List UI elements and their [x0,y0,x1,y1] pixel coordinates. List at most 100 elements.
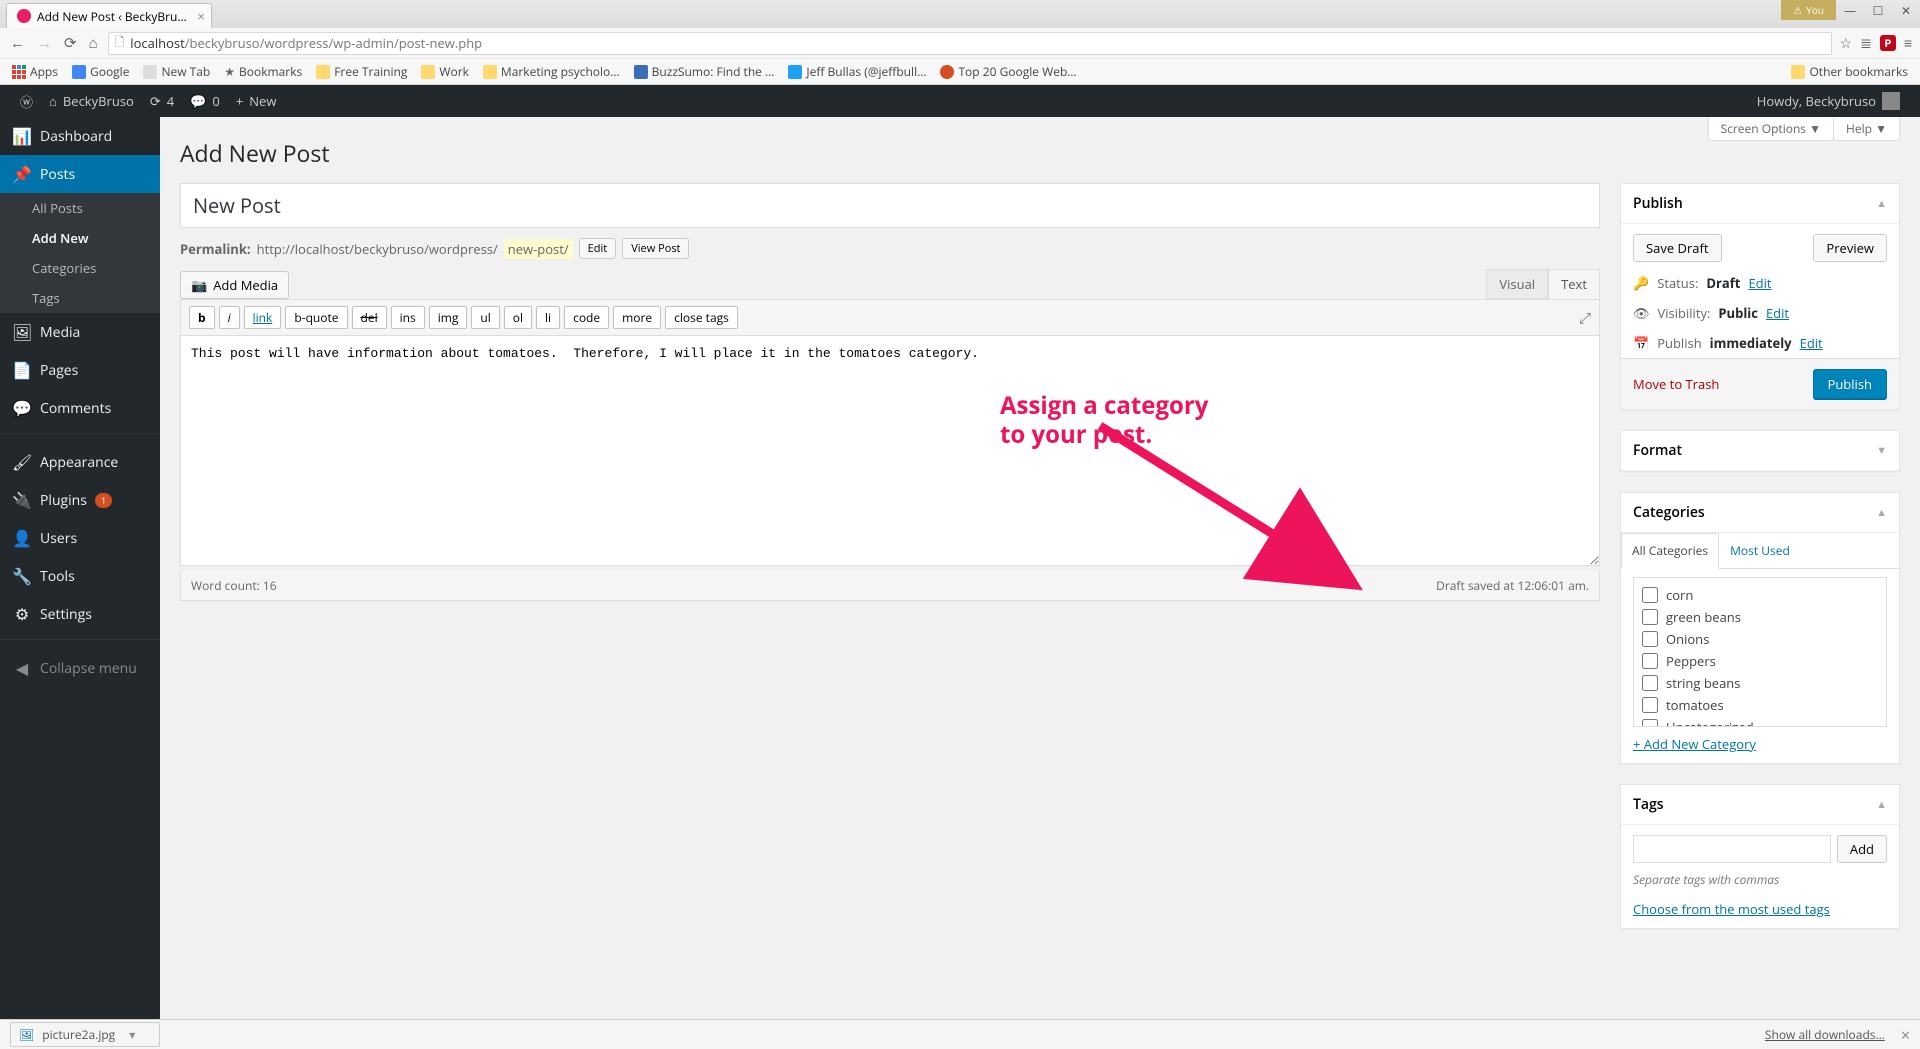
menu-appearance[interactable]: 🖌Appearance [0,443,160,481]
bm-work[interactable]: Work [417,61,473,82]
bm-top20[interactable]: Top 20 Google Web… [936,61,1080,82]
edit-status-link[interactable]: Edit [1748,274,1771,292]
menu-plugins[interactable]: 🔌Plugins 1 [0,481,160,519]
publish-box-header[interactable]: Publish▲ [1621,184,1899,224]
profile-badge[interactable]: ⚠ You [1781,0,1836,20]
tab-all-categories[interactable]: All Categories [1621,533,1719,569]
bm-buzzsumo[interactable]: BuzzSumo: Find the … [630,61,779,82]
menu-settings[interactable]: ⚙Settings [0,595,160,633]
qt-code[interactable]: code [564,306,609,329]
cat-tomatoes[interactable]: tomatoes [1642,694,1878,716]
chevron-down-icon[interactable]: ▾ [129,1026,135,1043]
tab-text[interactable]: Text [1548,269,1600,299]
qt-ol[interactable]: ol [504,306,532,329]
permalink-edit-button[interactable]: Edit [579,238,617,259]
post-title-input[interactable] [180,183,1600,228]
cat-string-beans[interactable]: string beans [1642,672,1878,694]
submenu-all-posts[interactable]: All Posts [0,193,160,223]
pinterest-icon[interactable]: P [1880,35,1896,51]
qt-b[interactable]: b [189,306,215,329]
publish-button[interactable]: Publish [1813,369,1887,399]
help-button[interactable]: Help ▼ [1833,117,1900,141]
categories-list[interactable]: corn green beans Onions Peppers string b… [1633,577,1887,727]
add-tag-button[interactable]: Add [1837,835,1887,863]
screen-options-button[interactable]: Screen Options ▼ [1708,117,1834,141]
cat-peppers[interactable]: Peppers [1642,650,1878,672]
download-item[interactable]: 🖼 picture2a.jpg ▾ [10,1022,160,1047]
cat-uncategorized[interactable]: Uncategorized [1642,716,1878,727]
apps-button[interactable]: Apps [8,61,62,82]
qt-link[interactable]: link [244,306,282,329]
home-icon[interactable]: ⌂ [87,33,100,53]
add-media-button[interactable]: 📷Add Media [180,271,289,299]
edit-schedule-link[interactable]: Edit [1800,334,1823,352]
view-post-button[interactable]: View Post [622,238,689,259]
menu-pages[interactable]: 📄Pages [0,351,160,389]
new-link[interactable]: + New [228,92,285,110]
cat-green-beans[interactable]: green beans [1642,606,1878,628]
back-icon[interactable]: ← [8,33,27,53]
bm-free-training[interactable]: Free Training [312,61,411,82]
qt-bquote[interactable]: b-quote [285,306,347,329]
menu-dashboard[interactable]: 📊Dashboard [0,117,160,155]
qt-li[interactable]: li [536,306,560,329]
bm-google[interactable]: Google [68,61,133,82]
updates-link[interactable]: ⟳ 4 [142,92,182,110]
add-new-category-link[interactable]: + Add New Category [1633,735,1756,753]
menu-posts[interactable]: 📌Posts [0,155,160,193]
qt-del[interactable]: del [352,306,387,329]
permalink-base: http://localhost/beckybruso/wordpress/ [257,240,498,258]
fullscreen-icon[interactable]: ⤢ [1579,308,1591,328]
browser-tab[interactable]: Add New Post ‹ BeckyBru… × [6,3,212,28]
menu-collapse[interactable]: ◀Collapse menu [0,649,160,687]
forward-icon[interactable]: → [35,33,54,53]
menu-media[interactable]: 🖼Media [0,313,160,351]
howdy-link[interactable]: Howdy, Beckybruso [1749,92,1908,110]
show-all-downloads-link[interactable]: Show all downloads… [1765,1026,1885,1043]
tab-close-icon[interactable]: × [197,7,204,25]
comments-link[interactable]: 💬 0 [182,92,228,110]
qt-img[interactable]: img [429,306,468,329]
move-to-trash-link[interactable]: Move to Trash [1633,375,1719,393]
qt-closetags[interactable]: close tags [665,306,738,329]
buffer-icon[interactable]: ≣ [1860,34,1872,53]
window-close-icon[interactable]: ✕ [1892,0,1920,20]
wp-logo-icon[interactable]: ⓦ [12,92,41,111]
tab-visual[interactable]: Visual [1486,269,1548,299]
bm-other[interactable]: Other bookmarks [1787,61,1912,82]
menu-comments[interactable]: 💬Comments [0,389,160,427]
window-minimize-icon[interactable]: — [1836,0,1864,20]
preview-button[interactable]: Preview [1813,234,1887,262]
url-input[interactable]: 🗋 localhost/beckybruso/wordpress/wp-admi… [108,32,1832,55]
tab-most-used[interactable]: Most Used [1719,533,1801,568]
qt-ins[interactable]: ins [391,306,425,329]
close-downloads-icon[interactable]: × [1901,1024,1910,1046]
qt-more[interactable]: more [613,306,661,329]
bm-bookmarks[interactable]: ★Bookmarks [220,61,306,82]
reload-icon[interactable]: ⟳ [62,33,79,53]
cat-corn[interactable]: corn [1642,584,1878,606]
qt-ul[interactable]: ul [471,306,499,329]
menu-icon[interactable]: ≡ [1904,34,1912,53]
window-maximize-icon[interactable]: ☐ [1864,0,1892,20]
post-content-textarea[interactable] [180,336,1600,566]
star-icon[interactable]: ☆ [1840,34,1853,53]
bm-marketing[interactable]: Marketing psycholo… [479,61,624,82]
qt-i[interactable]: i [219,306,240,329]
submenu-tags[interactable]: Tags [0,283,160,313]
format-box-header[interactable]: Format▼ [1621,431,1899,471]
cat-onions[interactable]: Onions [1642,628,1878,650]
tag-cloud-link[interactable]: Choose from the most used tags [1633,900,1830,918]
categories-box-header[interactable]: Categories▲ [1621,493,1899,533]
submenu-add-new[interactable]: Add New [0,223,160,253]
bm-jeffbullas[interactable]: Jeff Bullas (@jeffbull… [784,61,930,82]
submenu-categories[interactable]: Categories [0,253,160,283]
menu-users[interactable]: 👤Users [0,519,160,557]
save-draft-button[interactable]: Save Draft [1633,234,1722,262]
tags-box-header[interactable]: Tags▲ [1621,785,1899,825]
menu-tools[interactable]: 🔧Tools [0,557,160,595]
bm-newtab[interactable]: New Tab [139,61,214,82]
tag-input[interactable] [1633,835,1831,863]
site-link[interactable]: ⌂ BeckyBruso [41,92,142,110]
edit-visibility-link[interactable]: Edit [1766,304,1789,322]
